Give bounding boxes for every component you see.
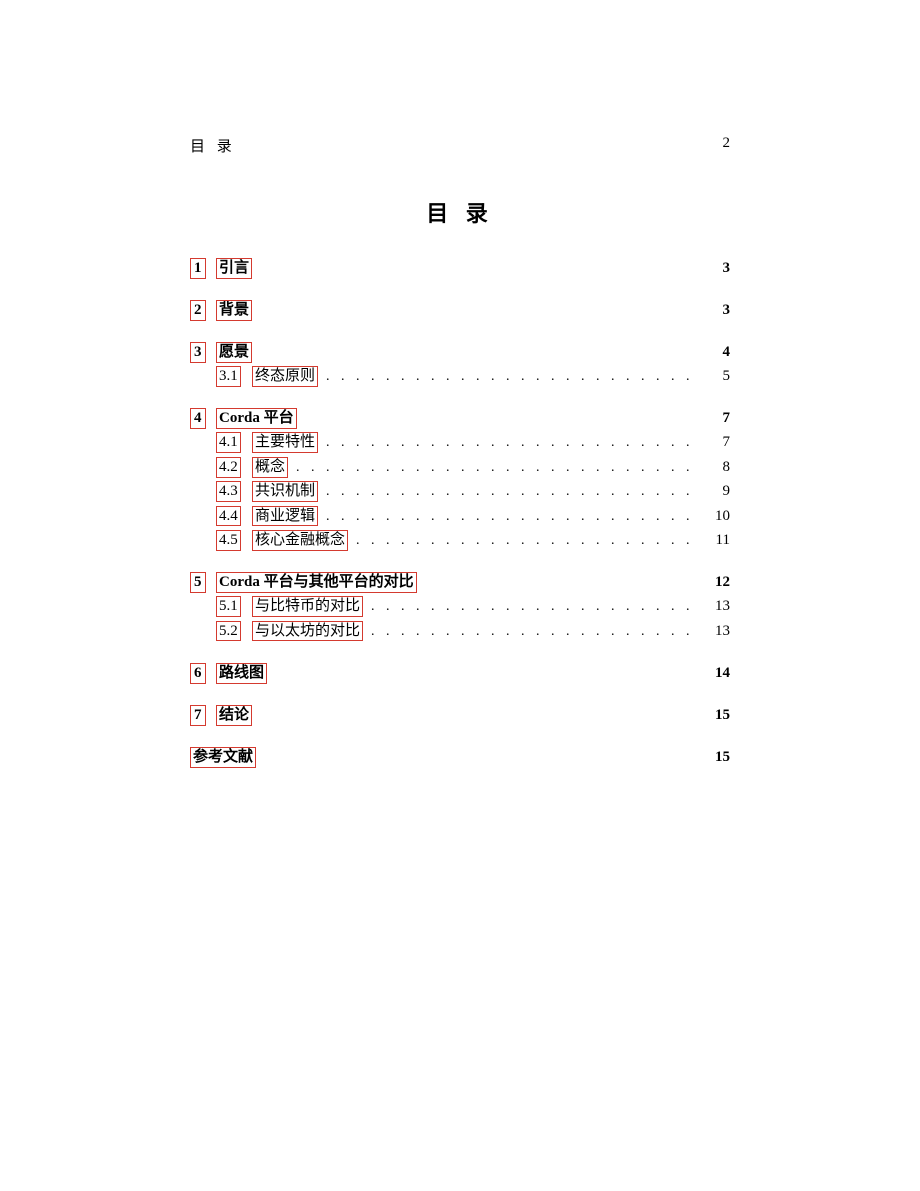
toc-subsection-page: 13 bbox=[698, 594, 730, 618]
dot-leader: . . . . . . . . . . . . . . . . . . . . … bbox=[288, 457, 698, 479]
toc-subsection-row[interactable]: 4.1 主要特性 . . . . . . . . . . . . . . . .… bbox=[190, 430, 730, 454]
toc-subsection-row[interactable]: 4.5 核心金融概念 . . . . . . . . . . . . . . .… bbox=[190, 528, 730, 552]
toc-section: 4 Corda 平台 7 4.1 主要特性 . . . . . . . . . … bbox=[190, 406, 730, 552]
toc-subsection-label: 终态原则 bbox=[252, 366, 318, 387]
toc-section-number: 5 bbox=[190, 572, 206, 593]
toc-subsection-row[interactable]: 4.2 概念 . . . . . . . . . . . . . . . . .… bbox=[190, 455, 730, 479]
toc-section: 1 引言 3 bbox=[190, 256, 730, 280]
toc-subsection-label: 概念 bbox=[252, 457, 288, 478]
toc-section-number: 3 bbox=[190, 342, 206, 363]
toc-section-label: 路线图 bbox=[216, 663, 267, 684]
toc-subsection-label: 共识机制 bbox=[252, 481, 318, 502]
dot-leader: . . . . . . . . . . . . . . . . . . . . … bbox=[348, 530, 698, 552]
toc-subsection-number: 5.1 bbox=[216, 596, 241, 617]
toc-subsection-label: 核心金融概念 bbox=[252, 530, 348, 551]
toc-section-number: 7 bbox=[190, 705, 206, 726]
toc-section-label: 背景 bbox=[216, 300, 252, 321]
toc-subsection-page: 9 bbox=[698, 479, 730, 503]
toc-section-page: 3 bbox=[698, 256, 730, 280]
toc-section-row[interactable]: 4 Corda 平台 7 bbox=[190, 406, 730, 430]
toc-subsection-number: 4.2 bbox=[216, 457, 241, 478]
dot-leader: . . . . . . . . . . . . . . . . . . . . … bbox=[318, 506, 698, 528]
toc-section-label: 愿景 bbox=[216, 342, 252, 363]
toc-section-label: Corda 平台与其他平台的对比 bbox=[216, 572, 417, 593]
toc-section-page: 15 bbox=[698, 703, 730, 727]
dot-leader: . . . . . . . . . . . . . . . . . . . . … bbox=[318, 481, 698, 503]
toc-section-page: 14 bbox=[698, 661, 730, 685]
toc-section-row[interactable]: 1 引言 3 bbox=[190, 256, 730, 280]
toc-subsection-number: 4.4 bbox=[216, 506, 241, 527]
toc-section-row[interactable]: 2 背景 3 bbox=[190, 298, 730, 322]
toc-subsection-row[interactable]: 5.2 与以太坊的对比 . . . . . . . . . . . . . . … bbox=[190, 619, 730, 643]
toc-section: 6 路线图 14 bbox=[190, 661, 730, 685]
toc-subsection-row[interactable]: 4.4 商业逻辑 . . . . . . . . . . . . . . . .… bbox=[190, 504, 730, 528]
toc-subsection-row[interactable]: 5.1 与比特币的对比 . . . . . . . . . . . . . . … bbox=[190, 594, 730, 618]
toc-section-page: 4 bbox=[698, 340, 730, 364]
toc-subsection-number: 4.3 bbox=[216, 481, 241, 502]
toc-references-page: 15 bbox=[698, 745, 730, 769]
toc-section: 3 愿景 4 3.1 终态原则 . . . . . . . . . . . . … bbox=[190, 340, 730, 388]
dot-leader: . . . . . . . . . . . . . . . . . . . . … bbox=[363, 621, 698, 643]
toc-subsection-number: 4.5 bbox=[216, 530, 241, 551]
toc-subsection-label: 主要特性 bbox=[252, 432, 318, 453]
toc-title: 目 录 bbox=[190, 196, 730, 228]
toc-subsection-label: 与以太坊的对比 bbox=[252, 621, 363, 642]
toc-subsection-number: 4.1 bbox=[216, 432, 241, 453]
running-header-page-number: 2 bbox=[723, 135, 731, 156]
toc-section-number: 2 bbox=[190, 300, 206, 321]
dot-leader: . . . . . . . . . . . . . . . . . . . . … bbox=[363, 596, 698, 618]
dot-leader: . . . . . . . . . . . . . . . . . . . . … bbox=[318, 366, 698, 388]
toc-section-page: 3 bbox=[698, 298, 730, 322]
running-header-label: 目 录 bbox=[190, 135, 236, 156]
toc-section: 5 Corda 平台与其他平台的对比 12 5.1 与比特币的对比 . . . … bbox=[190, 570, 730, 643]
toc-subsection-row[interactable]: 4.3 共识机制 . . . . . . . . . . . . . . . .… bbox=[190, 479, 730, 503]
toc-subsection-page: 7 bbox=[698, 430, 730, 454]
toc-list: 1 引言 3 2 背景 3 3 愿景 4 3.1 终态原则 . . . . bbox=[190, 256, 730, 769]
toc-section-number: 4 bbox=[190, 408, 206, 429]
toc-section: 2 背景 3 bbox=[190, 298, 730, 322]
toc-subsection-page: 10 bbox=[698, 504, 730, 528]
toc-subsection-row[interactable]: 3.1 终态原则 . . . . . . . . . . . . . . . .… bbox=[190, 364, 730, 388]
toc-subsection-number: 3.1 bbox=[216, 366, 241, 387]
toc-section-row[interactable]: 5 Corda 平台与其他平台的对比 12 bbox=[190, 570, 730, 594]
toc-section-label: 结论 bbox=[216, 705, 252, 726]
toc-section-label: 引言 bbox=[216, 258, 252, 279]
toc-subsection-label: 与比特币的对比 bbox=[252, 596, 363, 617]
toc-section-row[interactable]: 3 愿景 4 bbox=[190, 340, 730, 364]
toc-subsection-page: 8 bbox=[698, 455, 730, 479]
toc-section-row[interactable]: 7 结论 15 bbox=[190, 703, 730, 727]
toc-section-number: 1 bbox=[190, 258, 206, 279]
dot-leader: . . . . . . . . . . . . . . . . . . . . … bbox=[318, 432, 698, 454]
toc-subsection-label: 商业逻辑 bbox=[252, 506, 318, 527]
toc-section-page: 7 bbox=[698, 406, 730, 430]
toc-section: 7 结论 15 bbox=[190, 703, 730, 727]
toc-section-label: Corda 平台 bbox=[216, 408, 297, 429]
toc-subsection-number: 5.2 bbox=[216, 621, 241, 642]
toc-references: 参考文献 15 bbox=[190, 745, 730, 769]
toc-references-label: 参考文献 bbox=[190, 747, 256, 768]
running-header: 目 录 2 bbox=[190, 135, 730, 156]
page-content: 目 录 2 目 录 1 引言 3 2 背景 3 3 愿景 4 bbox=[190, 135, 730, 769]
toc-section-number: 6 bbox=[190, 663, 206, 684]
toc-subsection-page: 5 bbox=[698, 364, 730, 388]
toc-section-page: 12 bbox=[698, 570, 730, 594]
toc-subsection-page: 13 bbox=[698, 619, 730, 643]
toc-section-row[interactable]: 6 路线图 14 bbox=[190, 661, 730, 685]
toc-subsection-page: 11 bbox=[698, 528, 730, 552]
toc-references-row[interactable]: 参考文献 15 bbox=[190, 745, 730, 769]
